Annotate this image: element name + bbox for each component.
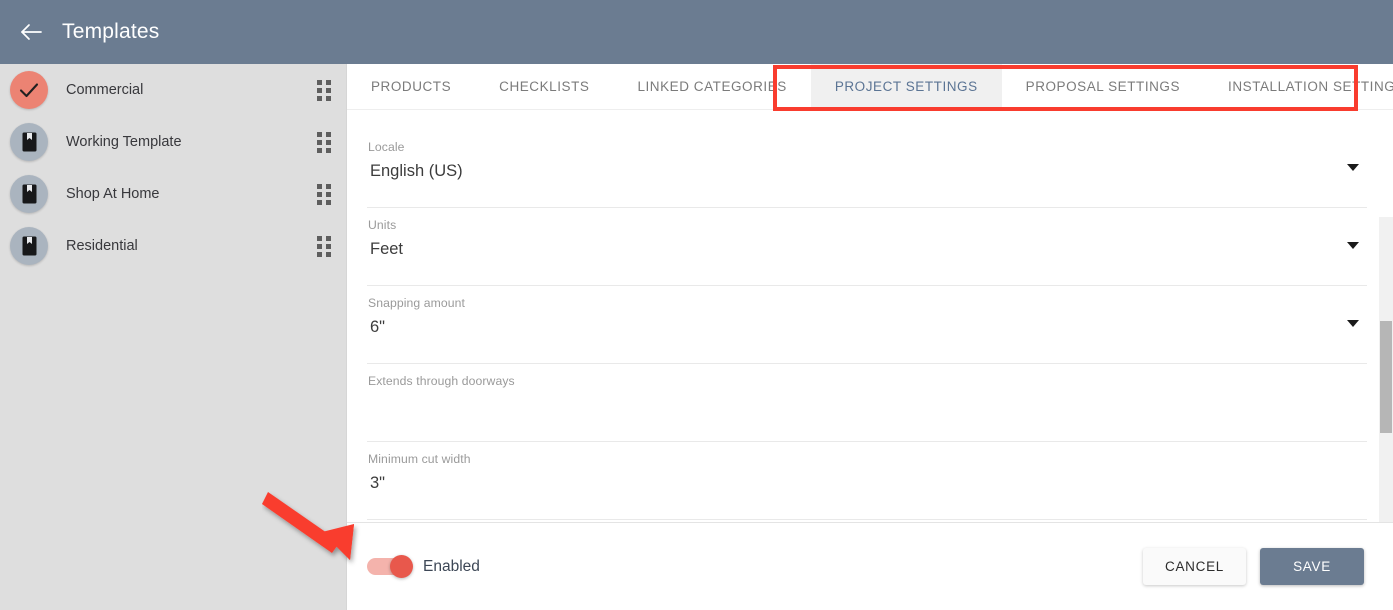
field-label: Minimum cut width — [368, 452, 471, 466]
sidebar-item-working-template[interactable]: Working Template — [0, 116, 346, 168]
field-value: 3" — [370, 474, 386, 492]
project-settings-form: Locale English (US) Units Feet Snapping … — [347, 110, 1393, 554]
sidebar-item-residential[interactable]: Residential — [0, 220, 346, 272]
tab-linked-categories[interactable]: LINKED CATEGORIES — [613, 64, 810, 109]
field-label: Extends through doorways — [368, 374, 515, 388]
field-snapping-amount[interactable]: Snapping amount 6" — [367, 286, 1367, 364]
tab-bar: PRODUCTS CHECKLISTS LINKED CATEGORIES PR… — [347, 64, 1393, 111]
bookmark-icon — [10, 123, 48, 161]
field-label: Locale — [368, 140, 405, 154]
field-extends-through-doorways[interactable]: Extends through doorways — [367, 364, 1367, 442]
bookmark-icon — [10, 175, 48, 213]
sidebar-item-label: Working Template — [66, 134, 182, 150]
main-panel: PRODUCTS CHECKLISTS LINKED CATEGORIES PR… — [346, 64, 1393, 610]
sidebar-item-label: Shop At Home — [66, 186, 160, 202]
check-icon — [10, 71, 48, 109]
field-units[interactable]: Units Feet — [367, 208, 1367, 286]
page-title: Templates — [62, 20, 160, 43]
field-locale[interactable]: Locale English (US) — [367, 130, 1367, 208]
templates-sidebar: Commercial Working Template Shop At Home… — [0, 64, 346, 610]
enabled-toggle-label: Enabled — [423, 557, 480, 575]
back-arrow-icon[interactable] — [18, 19, 44, 45]
tab-project-settings[interactable]: PROJECT SETTINGS — [810, 64, 1002, 109]
drag-handle-icon[interactable] — [316, 183, 332, 205]
chevron-down-icon[interactable] — [1347, 320, 1359, 327]
field-value: 6" — [370, 318, 386, 336]
field-label: Units — [368, 218, 397, 232]
save-button[interactable]: SAVE — [1260, 548, 1364, 585]
cancel-button[interactable]: CANCEL — [1143, 548, 1246, 585]
chevron-down-icon[interactable] — [1347, 242, 1359, 249]
bookmark-icon — [10, 227, 48, 265]
tab-proposal-settings[interactable]: PROPOSAL SETTINGS — [1002, 64, 1204, 109]
form-action-bar: Enabled CANCEL SAVE — [347, 522, 1393, 610]
tab-products[interactable]: PRODUCTS — [347, 64, 475, 109]
field-minimum-cut-width[interactable]: Minimum cut width 3" — [367, 442, 1367, 520]
field-label: Snapping amount — [368, 296, 466, 310]
sidebar-item-shop-at-home[interactable]: Shop At Home — [0, 168, 346, 220]
toggle-knob — [390, 555, 413, 578]
drag-handle-icon[interactable] — [316, 235, 332, 257]
toggle-track[interactable] — [367, 555, 413, 578]
enabled-toggle[interactable]: Enabled — [367, 555, 480, 578]
vertical-scrollbar-track[interactable] — [1379, 217, 1393, 554]
vertical-scrollbar-thumb[interactable] — [1380, 321, 1392, 433]
chevron-down-icon[interactable] — [1347, 164, 1359, 171]
drag-handle-icon[interactable] — [316, 79, 332, 101]
sidebar-item-commercial[interactable]: Commercial — [0, 64, 346, 116]
sidebar-item-label: Commercial — [66, 82, 144, 98]
sidebar-item-label: Residential — [66, 238, 138, 254]
top-header-bar: Templates — [0, 0, 1393, 64]
tab-installation-settings[interactable]: INSTALLATION SETTINGS — [1204, 64, 1393, 109]
field-value: Feet — [370, 240, 404, 258]
drag-handle-icon[interactable] — [316, 131, 332, 153]
field-value: English (US) — [370, 162, 463, 180]
app-root: Templates Commercial Working Template Sh… — [0, 0, 1393, 610]
tab-checklists[interactable]: CHECKLISTS — [475, 64, 613, 109]
